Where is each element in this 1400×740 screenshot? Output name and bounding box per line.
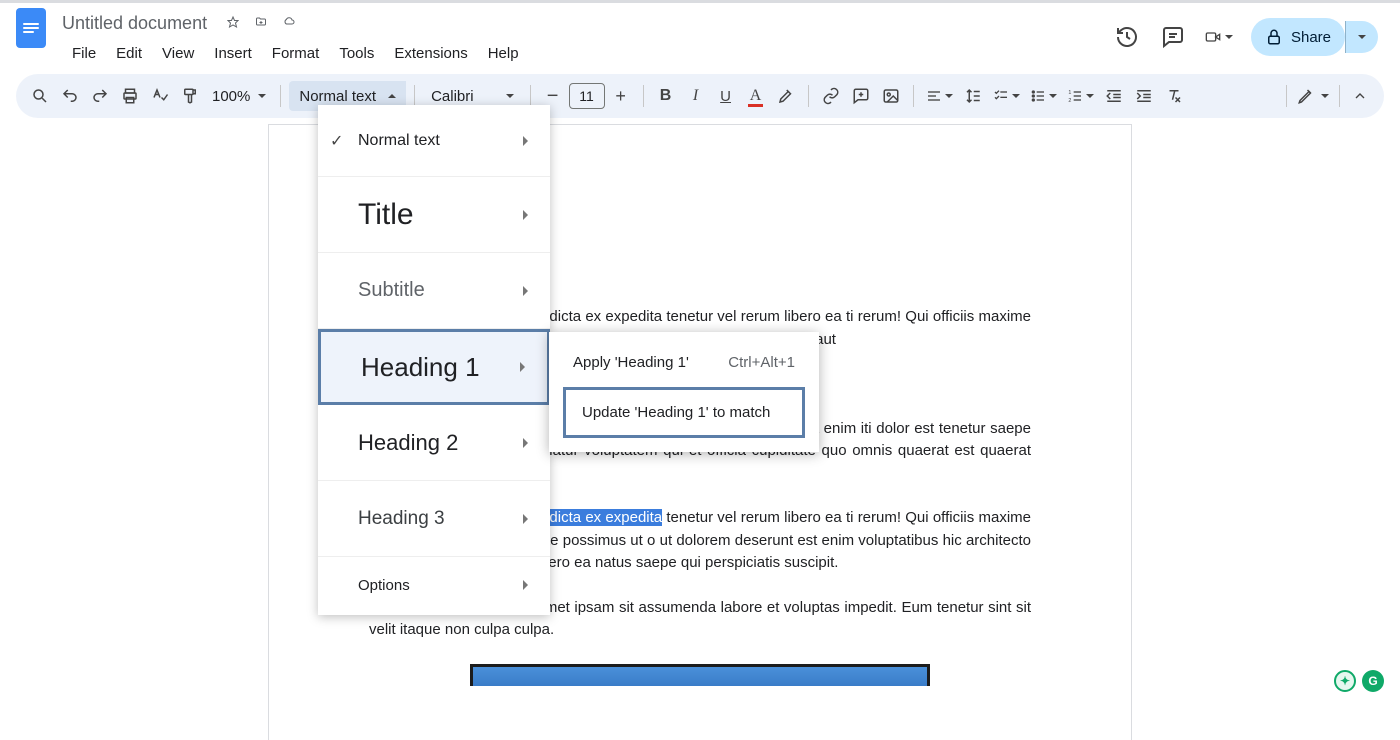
font-value: Calibri: [431, 88, 474, 105]
star-icon[interactable]: [221, 13, 239, 31]
grammarly-badges: ✦ G: [1334, 670, 1384, 692]
chevron-right-icon: [523, 210, 528, 220]
style-label: Title: [358, 198, 414, 232]
style-option-heading-1[interactable]: Heading 1: [318, 329, 550, 405]
style-option-options[interactable]: Options: [318, 557, 550, 613]
insert-link-icon[interactable]: [817, 81, 845, 111]
chevron-down-icon: [506, 94, 514, 98]
menu-file[interactable]: File: [62, 39, 106, 68]
meet-icon[interactable]: [1205, 23, 1233, 51]
checklist-button[interactable]: [989, 81, 1024, 111]
zoom-selector[interactable]: 100%: [206, 81, 272, 111]
style-label: Heading 1: [361, 352, 480, 383]
suggestion-badge-icon[interactable]: ✦: [1334, 670, 1356, 692]
bold-button[interactable]: B: [652, 81, 680, 111]
style-label: Heading 2: [358, 430, 458, 456]
share-caret[interactable]: [1345, 21, 1378, 53]
underline-button[interactable]: U: [712, 81, 740, 111]
chevron-down-icon: [1358, 35, 1366, 39]
collapse-toolbar-icon[interactable]: [1346, 81, 1374, 111]
move-icon[interactable]: [249, 13, 267, 31]
chevron-right-icon: [523, 580, 528, 590]
style-option-heading-2[interactable]: Heading 2: [318, 405, 550, 481]
toolbar-divider: [414, 85, 415, 107]
main-toolbar: 100% Normal text Calibri − 11 + B I U A …: [16, 74, 1384, 118]
menu-extensions[interactable]: Extensions: [384, 39, 477, 68]
paint-format-icon[interactable]: [176, 81, 204, 111]
grammarly-icon[interactable]: G: [1362, 670, 1384, 692]
italic-button[interactable]: I: [682, 81, 710, 111]
editing-mode-button[interactable]: [1293, 81, 1333, 111]
cloud-status-icon[interactable]: [277, 13, 295, 31]
toolbar-divider: [1339, 85, 1340, 107]
share-label: Share: [1291, 29, 1331, 46]
highlight-color-button[interactable]: [772, 81, 800, 111]
style-label: Options: [358, 577, 410, 594]
style-option-title[interactable]: Title: [318, 177, 550, 253]
chevron-right-icon: [520, 362, 525, 372]
submenu-label: Apply 'Heading 1': [573, 354, 689, 371]
style-label: Subtitle: [358, 279, 425, 302]
update-heading1-item[interactable]: Update 'Heading 1' to match: [563, 387, 805, 438]
zoom-value: 100%: [212, 88, 250, 105]
align-button[interactable]: [922, 81, 957, 111]
chevron-right-icon: [523, 286, 528, 296]
clear-formatting-button[interactable]: [1160, 81, 1188, 111]
svg-text:2: 2: [1068, 98, 1071, 104]
paragraph-styles-dropdown: ✓ Normal text Title Subtitle Heading 1 Headin…: [318, 105, 550, 615]
toolbar-divider: [808, 85, 809, 107]
history-icon[interactable]: [1113, 23, 1141, 51]
document-title[interactable]: Untitled document: [62, 13, 207, 34]
style-option-normal-text[interactable]: ✓ Normal text: [318, 105, 550, 177]
line-spacing-button[interactable]: [959, 81, 987, 111]
heading1-submenu: Apply 'Heading 1' Ctrl+Alt+1 Update 'Hea…: [549, 332, 819, 452]
chevron-right-icon: [523, 514, 528, 524]
svg-text:1: 1: [1068, 90, 1071, 96]
apply-heading1-item[interactable]: Apply 'Heading 1' Ctrl+Alt+1: [549, 344, 819, 381]
search-icon[interactable]: [26, 81, 54, 111]
style-option-heading-3[interactable]: Heading 3: [318, 481, 550, 557]
toolbar-divider: [280, 85, 281, 107]
menu-tools[interactable]: Tools: [329, 39, 384, 68]
docs-logo-icon[interactable]: [16, 8, 46, 48]
chevron-up-icon: [388, 94, 396, 98]
undo-icon[interactable]: [56, 81, 84, 111]
text-color-button[interactable]: A: [742, 81, 770, 111]
toolbar-divider: [913, 85, 914, 107]
menu-view[interactable]: View: [152, 39, 204, 68]
chevron-down-icon: [258, 94, 266, 98]
spellcheck-icon[interactable]: [146, 81, 174, 111]
numbered-list-button[interactable]: 12: [1063, 81, 1098, 111]
font-size-input[interactable]: 11: [569, 83, 605, 109]
menu-format[interactable]: Format: [262, 39, 330, 68]
toolbar-divider: [1286, 85, 1287, 107]
print-icon[interactable]: [116, 81, 144, 111]
submenu-shortcut: Ctrl+Alt+1: [728, 354, 795, 371]
style-label: Heading 3: [358, 508, 445, 530]
menu-help[interactable]: Help: [478, 39, 529, 68]
menu-insert[interactable]: Insert: [204, 39, 262, 68]
increase-indent-button[interactable]: [1130, 81, 1158, 111]
toolbar-divider: [643, 85, 644, 107]
share-button[interactable]: Share: [1251, 18, 1345, 56]
add-comment-icon[interactable]: [847, 81, 875, 111]
increase-font-size[interactable]: +: [607, 81, 635, 111]
redo-icon[interactable]: [86, 81, 114, 111]
toolbar-divider: [530, 85, 531, 107]
inline-image[interactable]: [470, 664, 930, 686]
style-option-subtitle[interactable]: Subtitle: [318, 253, 550, 329]
check-icon: ✓: [330, 131, 343, 151]
style-label: Normal text: [358, 132, 440, 150]
submenu-label: Update 'Heading 1' to match: [582, 404, 770, 421]
header-right-tools: Share: [1113, 18, 1390, 56]
paragraph-style-value: Normal text: [299, 88, 376, 105]
chevron-right-icon: [523, 136, 528, 146]
decrease-indent-button[interactable]: [1100, 81, 1128, 111]
bulleted-list-button[interactable]: [1026, 81, 1061, 111]
menu-edit[interactable]: Edit: [106, 39, 152, 68]
insert-image-icon[interactable]: [877, 81, 905, 111]
chevron-right-icon: [523, 438, 528, 448]
title-actions: [215, 13, 295, 34]
comments-icon[interactable]: [1159, 23, 1187, 51]
